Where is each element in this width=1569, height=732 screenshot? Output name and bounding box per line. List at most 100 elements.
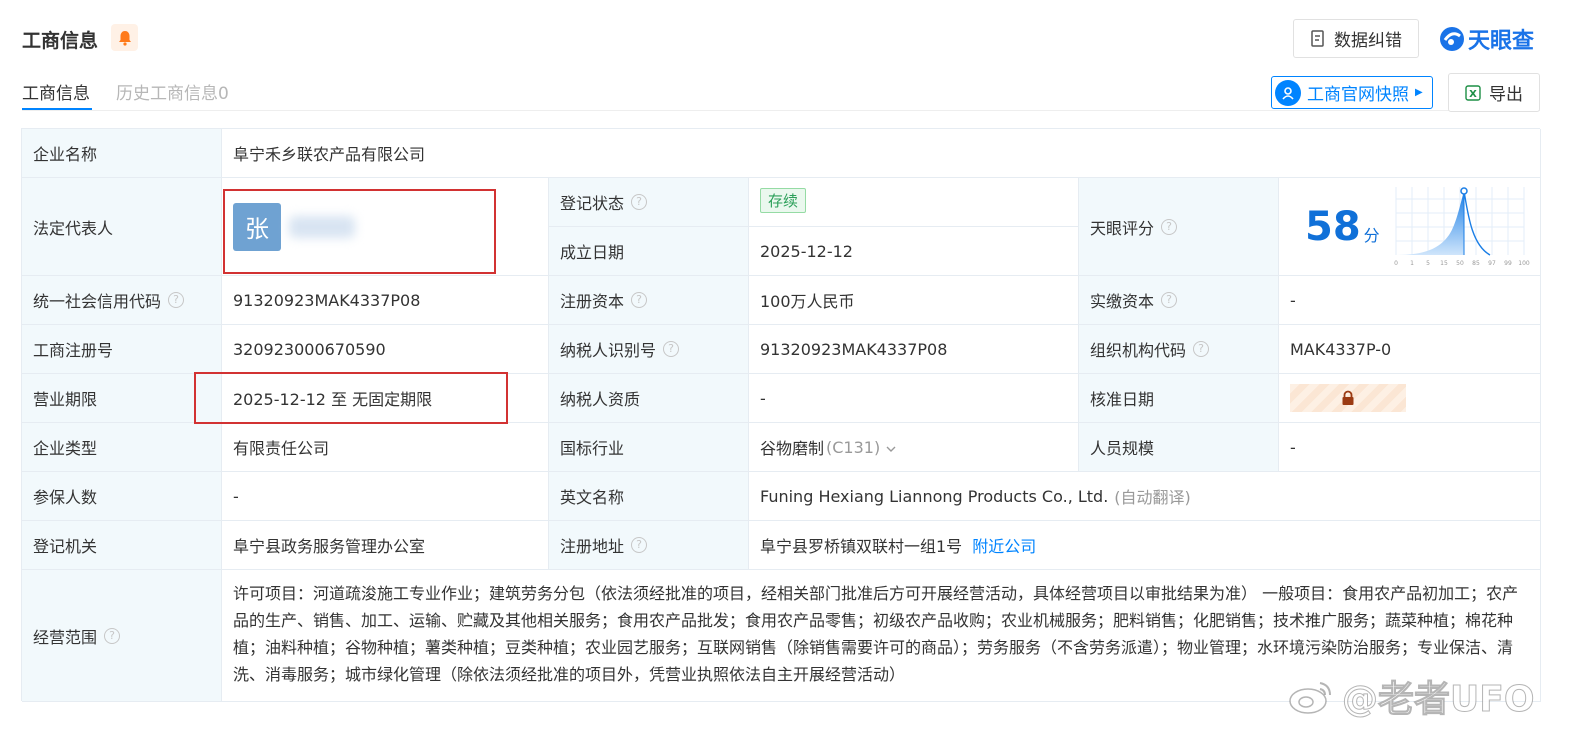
reg-capital-label-text: 注册资本 [560,292,625,311]
help-icon[interactable]: ? [104,627,121,644]
biz-reg-no-value: 320923000670590 [222,325,549,374]
credit-code-value: 91320923MAK4337P08 [222,276,549,325]
taxpayer-id-label: 纳税人识别号? [549,325,749,374]
official-snapshot-button[interactable]: 工商官网快照 ▶ [1271,76,1433,109]
logo-text: 天眼查 [1468,29,1535,54]
company-name-value: 阜宁禾乡联农产品有限公司 [222,129,1541,178]
english-name-value: Funing Hexiang Liannong Products Co., Lt… [760,486,1109,506]
score-cell[interactable]: 58 分 0 1 5 15 50 85 97 99 100 [1279,178,1541,276]
reg-capital-value: 100万人民币 [749,276,1079,325]
reg-address-label: 注册地址? [549,521,749,570]
reg-address-label-text: 注册地址 [560,537,625,556]
help-icon[interactable]: ? [663,341,680,357]
tab-business-history[interactable]: 历史工商信息0 [116,79,229,104]
legal-rep-highlight-box [223,189,496,274]
status-badge: 存续 [760,188,807,213]
help-icon[interactable]: ? [1161,218,1178,235]
company-type-label: 企业类型 [22,423,222,472]
paid-capital-label-text: 实缴资本 [1090,292,1155,311]
taxpayer-qual-label: 纳税人资质 [549,374,749,423]
scope-label-text: 经营范围 [33,627,98,647]
subscribe-bell-button[interactable] [111,24,138,51]
english-name-cell: Funing Hexiang Liannong Products Co., Lt… [749,472,1541,521]
paid-capital-value: - [1279,276,1541,325]
section-title: 工商信息 [22,30,99,52]
taxpayer-id-value: 91320923MAK4337P08 [749,325,1079,374]
paid-capital-label: 实缴资本? [1079,276,1279,325]
credit-code-label: 统一社会信用代码? [22,276,222,325]
user-shield-icon [1275,79,1301,106]
org-code-label-text: 组织机构代码 [1090,341,1187,360]
svg-text:X: X [1469,89,1477,100]
scope-label: 经营范围? [22,570,222,702]
chevron-down-icon [886,438,896,457]
reg-address-cell: 阜宁县罗桥镇双联村一组1号 附近公司 [749,521,1541,570]
reg-authority-label: 登记机关 [22,521,222,570]
tianyancha-logo: 天眼查 [1439,23,1534,55]
data-correction-label: 数据纠错 [1334,31,1402,51]
official-snapshot-label: 工商官网快照 [1307,85,1409,105]
founded-label: 成立日期 [549,227,749,276]
tab-divider [22,110,1540,111]
axis-tick: 1 [1410,260,1414,267]
score-distribution-chart: 0 1 5 15 50 85 97 99 100 [1394,186,1530,267]
help-icon[interactable]: ? [631,537,648,553]
weibo-icon [1289,682,1331,714]
approval-date-cell [1279,374,1541,423]
term-highlight-box [194,372,508,424]
org-code-value: MAK4337P-0 [1279,325,1541,374]
help-icon[interactable]: ? [168,292,185,308]
axis-tick: 15 [1440,260,1448,267]
caret-right-icon: ▶ [1415,87,1423,98]
industry-label: 国标行业 [549,423,749,472]
data-correction-button[interactable]: 数据纠错 [1293,19,1419,58]
score-label-text: 天眼评分 [1090,218,1155,238]
founded-value: 2025-12-12 [749,227,1079,276]
reg-address-value: 阜宁县罗桥镇双联村一组1号 [760,537,963,556]
help-icon[interactable]: ? [1193,341,1210,357]
industry-value: 谷物磨制 [760,439,825,458]
company-type-value: 有限责任公司 [222,423,549,472]
watermark: @老者UFO [1288,670,1535,722]
help-icon[interactable]: ? [631,194,648,210]
staff-size-value: - [1279,423,1541,472]
nearby-companies-link[interactable]: 附近公司 [972,533,1036,557]
help-icon[interactable]: ? [1161,292,1178,308]
help-icon[interactable]: ? [631,292,648,308]
export-button[interactable]: X 导出 [1448,73,1540,112]
company-name-label: 企业名称 [22,129,222,178]
taxpayer-qual-value: - [749,374,1079,423]
axis-tick: 85 [1472,260,1480,267]
industry-code: (C131) [826,437,881,457]
bell-icon [118,30,131,46]
biz-reg-no-label: 工商注册号 [22,325,222,374]
axis-tick: 50 [1456,260,1464,267]
axis-tick: 100 [1518,260,1530,267]
axis-tick: 97 [1488,260,1496,267]
axis-tick: 99 [1504,260,1512,267]
term-label: 营业期限 [22,374,222,423]
export-label: 导出 [1489,85,1523,105]
reg-capital-label: 注册资本? [549,276,749,325]
taxpayer-id-label-text: 纳税人识别号 [560,341,657,360]
reg-status-value-cell: 存续 [749,178,1079,227]
staff-size-label: 人员规模 [1079,423,1279,472]
score-label: 天眼评分? [1079,178,1279,276]
credit-code-label-text: 统一社会信用代码 [33,292,162,311]
approval-date-label: 核准日期 [1079,374,1279,423]
legal-rep-label: 法定代表人 [22,178,222,276]
industry-value-cell[interactable]: 谷物磨制 (C131) [749,423,1079,472]
tab-business-info[interactable]: 工商信息 [22,79,90,104]
locked-content-button[interactable] [1290,384,1406,412]
tianyancha-logo-icon [1440,27,1464,51]
reg-status-label: 登记状态? [549,178,749,227]
excel-icon: X [1465,84,1481,101]
auto-translate-note: (自动翻译) [1114,488,1191,507]
org-code-label: 组织机构代码? [1079,325,1279,374]
reg-authority-value: 阜宁县政务服务管理办公室 [222,521,549,570]
score-unit: 分 [1363,225,1380,245]
insured-value: - [222,472,549,521]
english-name-label: 英文名称 [549,472,749,521]
reg-status-label-text: 登记状态 [560,194,625,213]
score-value: 58 [1305,203,1361,250]
